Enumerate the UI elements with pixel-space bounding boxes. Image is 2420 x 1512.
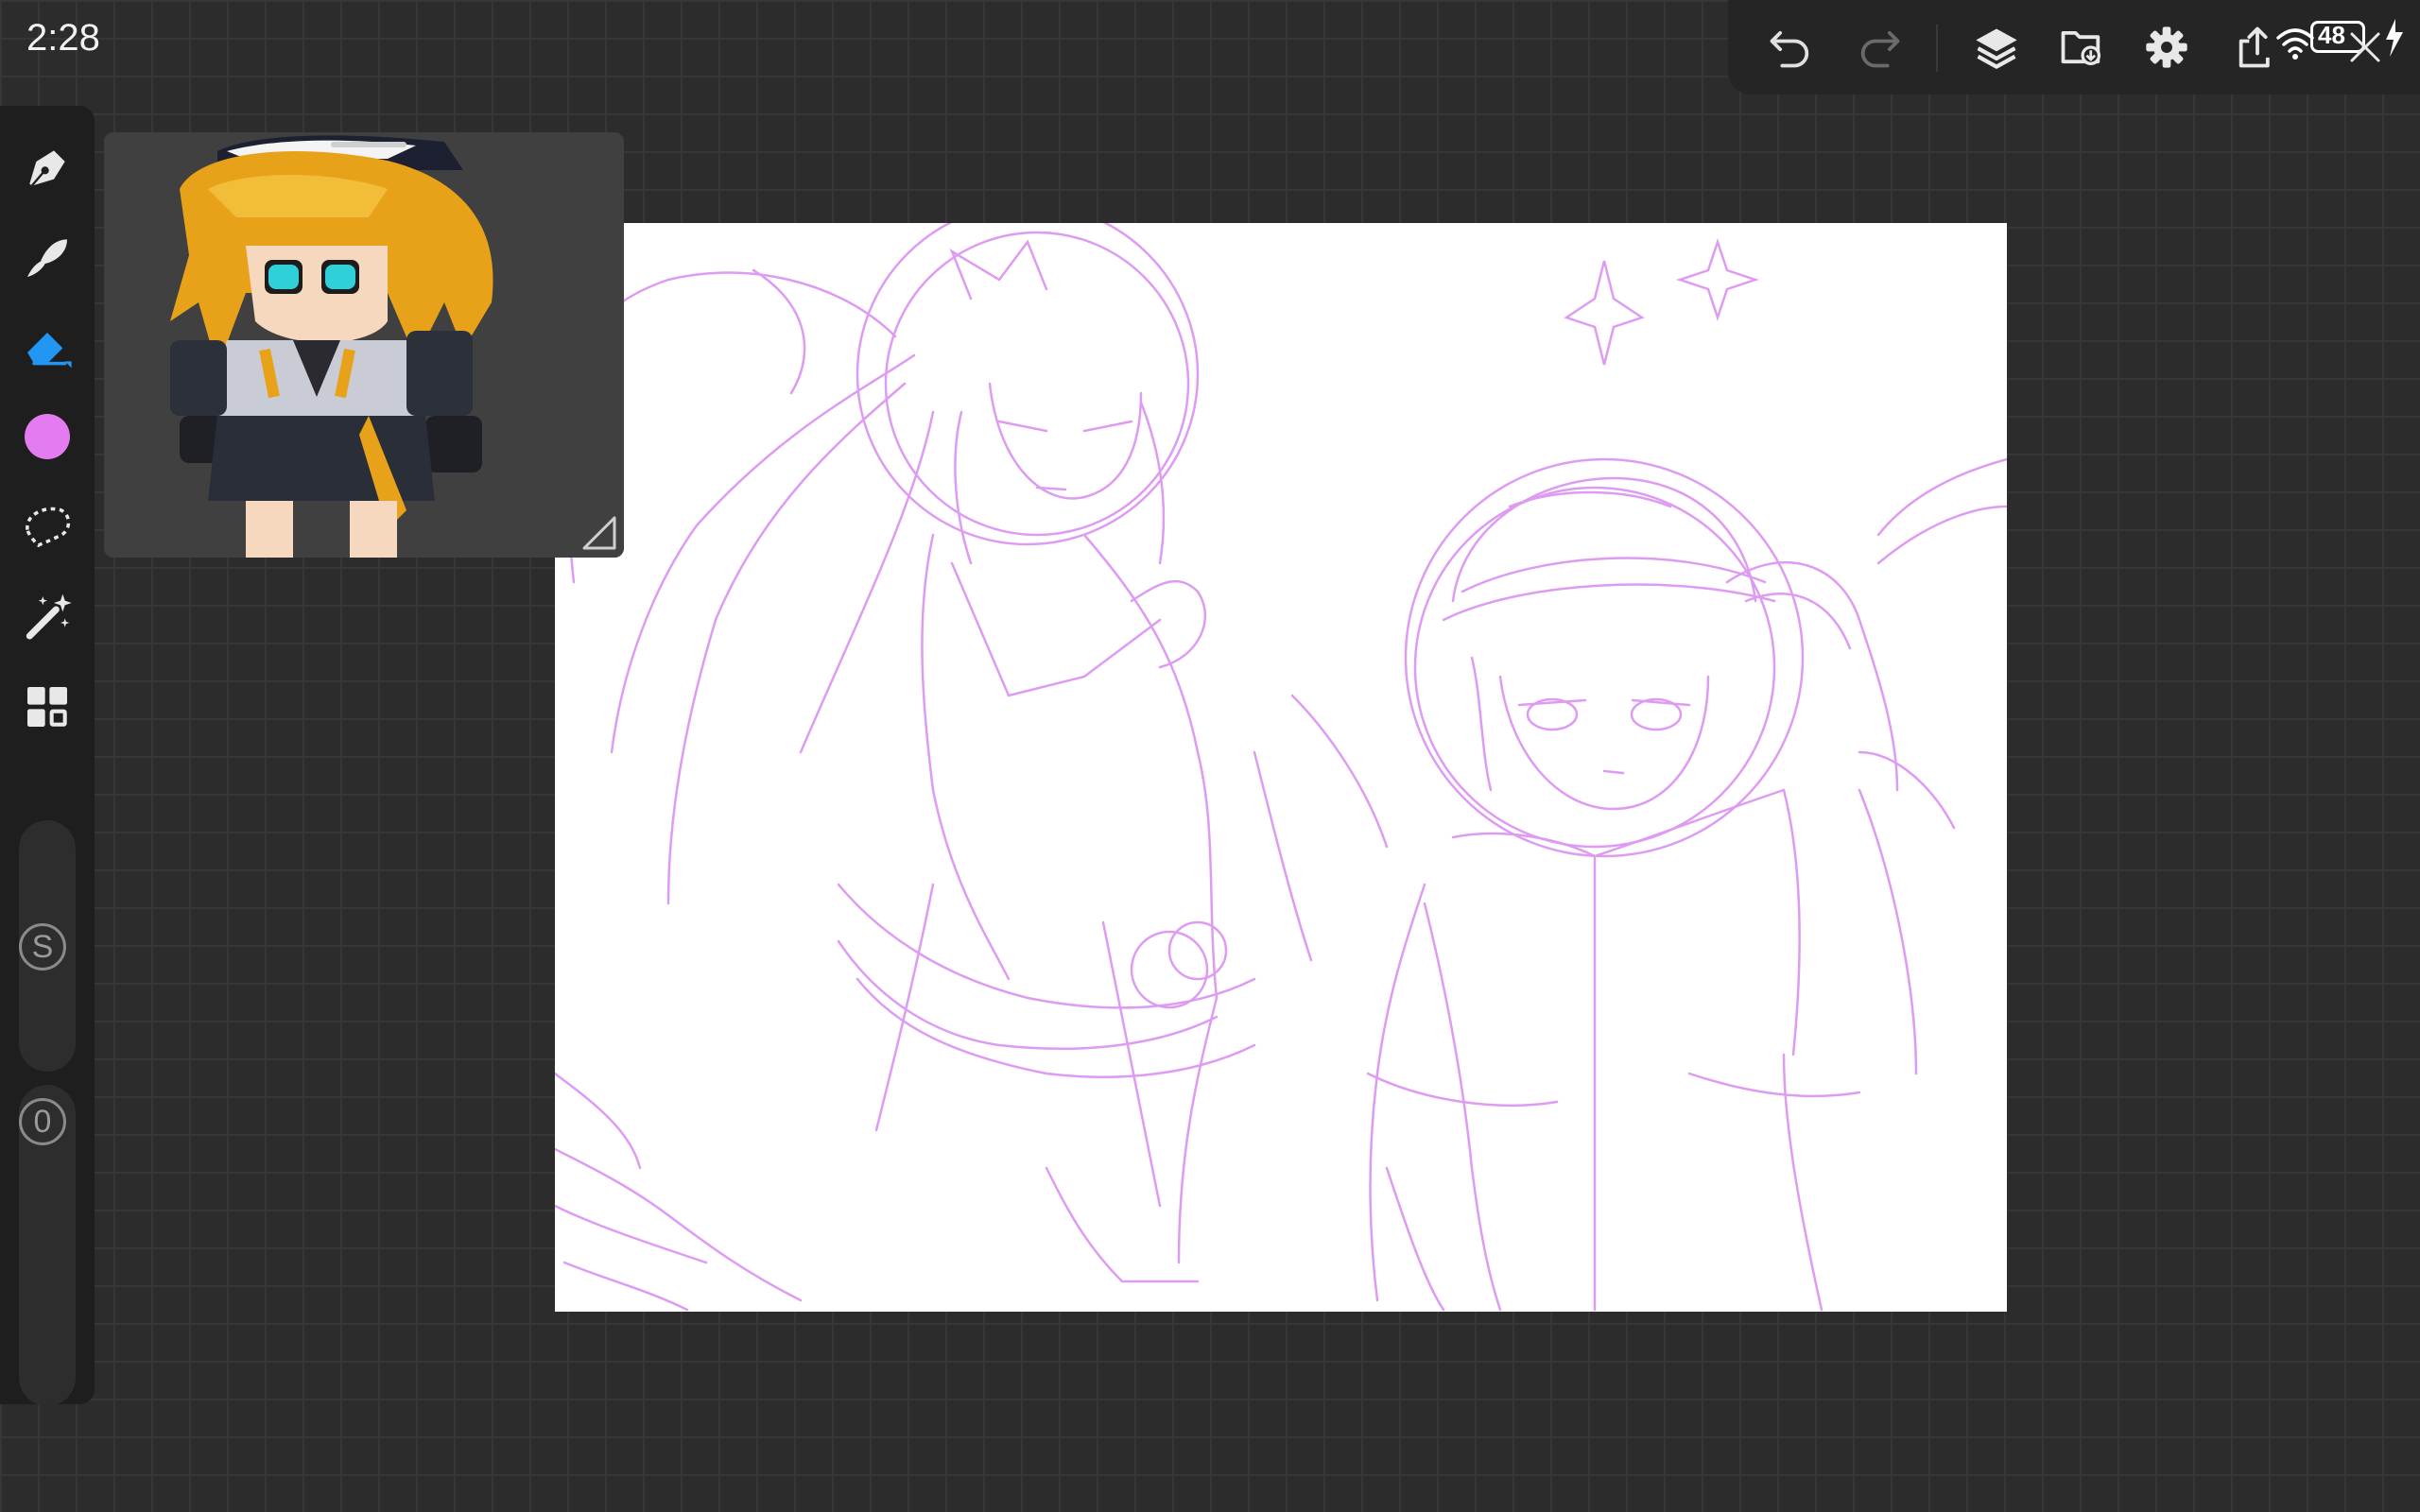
lasso-icon	[26, 507, 71, 548]
magic-wand-tool-button[interactable]	[17, 586, 78, 646]
blend-icon	[27, 239, 67, 277]
battery-level: 48	[2318, 21, 2345, 49]
sketch-artwork	[555, 223, 2007, 1312]
brush-size-knob[interactable]: S	[19, 923, 66, 971]
close-overlay-icon	[2350, 32, 2380, 62]
redo-button[interactable]	[1851, 19, 1908, 76]
drawing-canvas[interactable]	[555, 223, 2007, 1312]
redo-icon	[1860, 30, 1900, 68]
lasso-tool-button[interactable]	[17, 495, 78, 556]
resize-handle-icon[interactable]	[580, 514, 618, 552]
color-picker-button[interactable]	[17, 406, 78, 467]
workspace-background[interactable]: 2:28 48 S 0	[0, 0, 2420, 1512]
layers-icon	[1976, 28, 2017, 69]
import-button[interactable]	[2053, 19, 2110, 76]
halo-circle-right	[1404, 457, 1805, 858]
undo-icon	[1770, 30, 1809, 68]
apps-menu-button[interactable]	[17, 677, 78, 737]
reference-window[interactable]	[104, 132, 624, 558]
tool-sidebar: S 0	[0, 106, 95, 1406]
current-color-swatch	[25, 414, 70, 459]
settings-button[interactable]	[2138, 19, 2195, 76]
charging-icon	[2386, 19, 2403, 57]
opacity-knob[interactable]: 0	[19, 1098, 66, 1145]
reference-drag-handle[interactable]	[331, 142, 406, 147]
pen-tool-button[interactable]	[17, 138, 78, 198]
toolbar-divider	[1936, 25, 1938, 72]
magic-wand-icon	[26, 593, 72, 640]
reference-character-image	[104, 132, 624, 558]
apps-icon	[27, 687, 67, 727]
layers-button[interactable]	[1968, 19, 2025, 76]
pen-icon	[29, 150, 65, 187]
top-toolbar: 48	[1728, 0, 2420, 94]
settings-icon	[2146, 26, 2187, 68]
status-time: 2:28	[26, 17, 100, 59]
blend-tool-button[interactable]	[17, 227, 78, 287]
eraser-tool-button[interactable]	[17, 316, 78, 376]
import-icon	[2061, 30, 2101, 65]
eraser-icon	[27, 333, 72, 369]
undo-button[interactable]	[1762, 19, 1819, 76]
